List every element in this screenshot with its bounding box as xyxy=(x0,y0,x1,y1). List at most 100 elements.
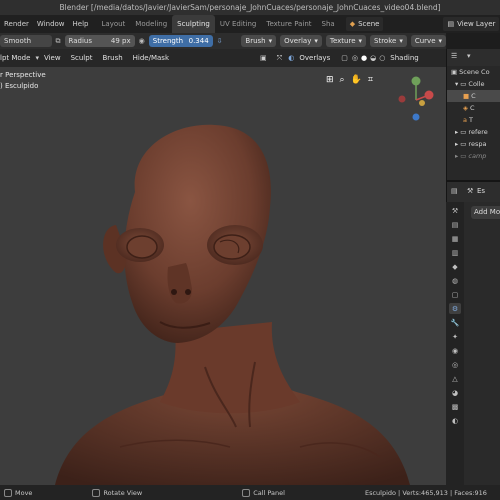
pan-hand-icon[interactable]: ✋ xyxy=(351,75,362,85)
shading-wireframe-icon[interactable]: ◎ xyxy=(352,54,358,62)
shader-tab-icon[interactable]: ◐ xyxy=(449,415,461,426)
collection-icon: ▭ xyxy=(460,80,467,88)
texture-tab-icon[interactable]: ▩ xyxy=(449,401,461,412)
tab-shading[interactable]: Sha xyxy=(317,15,340,33)
gizmo-y-axis[interactable] xyxy=(411,76,421,86)
constraints-tab-icon[interactable]: ◎ xyxy=(449,359,461,370)
mode-selector[interactable]: lpt Mode xyxy=(0,49,35,67)
tab-layout[interactable]: Layout xyxy=(97,15,131,33)
menu-view[interactable]: View xyxy=(39,49,66,67)
data-tab-icon[interactable]: △ xyxy=(449,373,461,384)
camera-view-icon[interactable]: ⊞ xyxy=(326,75,334,85)
outliner: ▣ Scene Co ▾ ▭ Colle ■ C ◈ C a T ▸ ▭ ref… xyxy=(446,66,500,180)
shading-solid-icon[interactable]: ● xyxy=(361,54,367,62)
strength-label: Strength xyxy=(152,37,184,45)
outliner-row[interactable]: ▣ Scene Co xyxy=(447,66,500,78)
outliner-row[interactable]: ■ C xyxy=(447,90,500,102)
overlay-dropdown-label: Overlay xyxy=(284,37,312,45)
outliner-row-label: C xyxy=(470,104,475,112)
menu-sculpt[interactable]: Sculpt xyxy=(66,49,98,67)
expand-arrow-icon[interactable]: ▸ xyxy=(455,140,458,148)
modifier-tab-icon[interactable]: ⚙ xyxy=(449,303,461,314)
top-menubar: Render Window Help Layout Modeling Sculp… xyxy=(0,15,500,33)
shading-button[interactable]: Shading xyxy=(385,49,423,67)
tab-uv-editing[interactable]: UV Editing xyxy=(215,15,262,33)
brush-name: Smooth xyxy=(4,37,32,45)
radius-field[interactable]: Radius 49 px xyxy=(64,35,135,47)
view-layer-tab-icon[interactable]: ▥ xyxy=(449,247,461,258)
status-move: Move xyxy=(15,488,33,497)
text-object-icon: a xyxy=(463,116,467,124)
strength-pressure-icon[interactable]: ⇩ xyxy=(217,37,223,45)
wrench-tab-icon[interactable]: 🔧 xyxy=(449,317,461,328)
gizmo-x-axis[interactable] xyxy=(424,90,434,100)
brush-browse-icon[interactable]: ⧉ xyxy=(56,37,61,46)
scene-tab-icon[interactable]: ◆ xyxy=(449,261,461,272)
viewport-header: lpt Mode ▾ View Sculpt Brush Hide/Mask ▣… xyxy=(0,49,446,67)
expand-arrow-icon[interactable]: ▸ xyxy=(455,152,458,160)
outliner-row-label: T xyxy=(468,116,473,124)
stroke-dropdown-label: Stroke xyxy=(374,37,397,45)
expand-arrow-icon[interactable]: ▸ xyxy=(455,128,458,136)
stroke-dropdown[interactable]: Stroke ▾ xyxy=(370,35,407,47)
overlay-dropdown[interactable]: Overlay ▾ xyxy=(280,35,322,47)
tool-settings-header: Smooth ⧉ Radius 49 px ◉ Strength 0.344 ⇩… xyxy=(0,33,447,49)
camera-icon[interactable]: ⌗ xyxy=(368,75,373,85)
object-tab-icon[interactable]: ▢ xyxy=(449,289,461,300)
strength-field[interactable]: Strength 0.344 xyxy=(148,35,213,47)
properties-object-name: Es xyxy=(477,187,486,195)
particles-tab-icon[interactable]: ✦ xyxy=(449,331,461,342)
brush-dropdown[interactable]: Brush ▾ xyxy=(241,35,277,47)
view-object-types-icon[interactable]: ▣ xyxy=(260,54,267,62)
outliner-row[interactable]: a T xyxy=(447,114,500,126)
material-tab-icon[interactable]: ◕ xyxy=(449,387,461,398)
xray-icon[interactable]: ▢ xyxy=(341,54,348,62)
physics-tab-icon[interactable]: ◉ xyxy=(449,345,461,356)
outliner-row-label: C xyxy=(471,92,476,100)
outliner-row[interactable]: ▸ ▭ refere xyxy=(447,126,500,138)
mesh-icon: ■ xyxy=(463,92,470,100)
wrench-icon: ⚒ xyxy=(467,187,474,195)
status-call-panel: Call Panel xyxy=(253,488,285,497)
menu-help[interactable]: Help xyxy=(69,15,93,33)
radius-value: 49 px xyxy=(110,37,131,45)
tool-tab-icon[interactable]: ⚒ xyxy=(449,205,461,216)
curve-dropdown[interactable]: Curve ▾ xyxy=(410,35,447,47)
navigation-gizmo[interactable] xyxy=(392,75,442,125)
render-tab-icon[interactable]: ▤ xyxy=(449,219,461,230)
menu-render[interactable]: Render xyxy=(0,15,33,33)
outliner-row[interactable]: ▸ ▭ camp xyxy=(447,150,500,162)
properties-type-icon[interactable]: ▤ xyxy=(451,187,458,195)
menu-hide-mask[interactable]: Hide/Mask xyxy=(128,49,174,67)
texture-dropdown[interactable]: Texture ▾ xyxy=(325,35,367,47)
3d-viewport[interactable]: r Perspective ) Esculpido ⊞ ⌕ ✋ ⌗ xyxy=(0,67,446,485)
menu-brush[interactable]: Brush xyxy=(97,49,127,67)
menu-window[interactable]: Window xyxy=(33,15,69,33)
tab-texture-paint[interactable]: Texture Paint xyxy=(261,15,316,33)
shading-material-icon[interactable]: ◒ xyxy=(370,54,376,62)
zoom-icon[interactable]: ⌕ xyxy=(340,75,345,85)
add-modifier-button[interactable]: Add Modi xyxy=(471,206,500,219)
tab-modeling[interactable]: Modeling xyxy=(130,15,172,33)
tab-sculpting[interactable]: Sculpting xyxy=(172,15,215,33)
outliner-type-icon[interactable]: ☰ xyxy=(451,52,457,60)
outliner-row[interactable]: ▸ ▭ respa xyxy=(447,138,500,150)
expand-arrow-icon[interactable]: ▾ xyxy=(455,80,458,88)
gizmo-toggle-icon[interactable]: ⤧ xyxy=(277,54,283,63)
chevron-down-icon: ▾ xyxy=(399,37,403,45)
outliner-row[interactable]: ◈ C xyxy=(447,102,500,114)
scene-selector[interactable]: ◆ Scene xyxy=(345,17,384,31)
filter-icon[interactable]: ▾ xyxy=(467,52,471,60)
camera-object-icon: ◈ xyxy=(463,104,468,112)
radius-label: Radius xyxy=(68,37,92,45)
output-tab-icon[interactable]: ▦ xyxy=(449,233,461,244)
view-layer-name: View Layer xyxy=(457,20,496,28)
outliner-row[interactable]: ▾ ▭ Colle xyxy=(447,78,500,90)
view-layer-selector[interactable]: ▤ View Layer xyxy=(443,17,500,31)
brush-selector[interactable]: Smooth xyxy=(0,35,52,47)
world-tab-icon[interactable]: ◍ xyxy=(449,275,461,286)
overlays-button[interactable]: Overlays xyxy=(294,49,335,67)
chevron-down-icon: ▾ xyxy=(438,37,443,45)
radius-pressure-icon[interactable]: ◉ xyxy=(139,37,145,45)
collection-icon: ▭ xyxy=(460,140,467,148)
